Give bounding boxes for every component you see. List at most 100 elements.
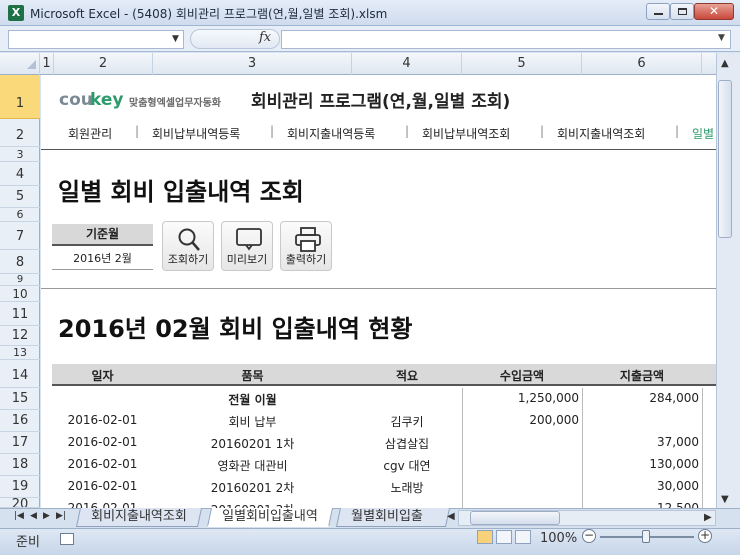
zoom-slider-thumb[interactable] bbox=[642, 530, 650, 543]
carryover-label: 전월 이월 bbox=[228, 393, 277, 407]
scroll-right-icon[interactable]: ▶ bbox=[704, 512, 712, 523]
cell-date: 2016-02-01 bbox=[67, 457, 138, 471]
normal-view-icon[interactable] bbox=[477, 530, 493, 544]
preview-button-label: 미리보기 bbox=[226, 253, 268, 266]
cell-date: 2016-02-01 bbox=[67, 413, 138, 427]
print-button-label: 출력하기 bbox=[285, 253, 327, 266]
row-header-18[interactable]: 18 bbox=[0, 454, 40, 476]
tab-split-left-icon[interactable]: ◀ bbox=[447, 511, 455, 522]
logo-key: key bbox=[90, 90, 124, 110]
row-header-17[interactable]: 17 bbox=[0, 432, 40, 454]
last-sheet-icon[interactable]: ▶| bbox=[56, 511, 66, 521]
zoom-out-icon[interactable]: − bbox=[582, 529, 596, 543]
row-header-2[interactable]: 2 bbox=[0, 119, 40, 147]
row-header-16[interactable]: 16 bbox=[0, 410, 40, 432]
monitor-icon bbox=[236, 228, 262, 251]
window-title: Microsoft Excel - (5408) 회비관리 프로그램(연,월,일… bbox=[30, 7, 388, 21]
row-header-8[interactable]: 8 bbox=[0, 250, 40, 274]
cell-memo: 노래방 bbox=[390, 481, 424, 495]
nav-fee-expense-query[interactable]: 회비지출내역조회 bbox=[557, 125, 645, 142]
sheet-tab-label: 일별회비입출내역 bbox=[222, 509, 318, 524]
row-header-4[interactable]: 4 bbox=[0, 162, 40, 186]
program-title: 회비관리 프로그램(연,월,일별 조회) bbox=[251, 92, 511, 112]
nav-underline bbox=[41, 149, 716, 150]
th-item: 품목 bbox=[241, 369, 264, 383]
row-header-9[interactable]: 9 bbox=[0, 274, 40, 286]
sheet-tab-label: 회비지출내역조회 bbox=[91, 509, 187, 524]
row-header-14[interactable]: 14 bbox=[0, 360, 40, 388]
expand-formula-bar-icon[interactable]: ▼ bbox=[718, 33, 725, 43]
column-header-5[interactable]: 5 bbox=[462, 53, 582, 75]
cell-date: 2016-02-01 bbox=[67, 479, 138, 493]
nav-fee-payment-entry[interactable]: 회비납부내역등록 bbox=[152, 125, 240, 142]
first-sheet-icon[interactable]: |◀ bbox=[14, 511, 24, 521]
status-bar bbox=[0, 528, 740, 555]
sheet-tab-expense-query[interactable]: 회비지출내역조회 bbox=[75, 508, 202, 527]
name-box[interactable] bbox=[8, 30, 184, 49]
row-header-1[interactable]: 1 bbox=[0, 75, 40, 119]
zoom-in-icon[interactable]: + bbox=[698, 529, 712, 543]
scroll-down-icon[interactable]: ▼ bbox=[721, 494, 729, 505]
row-header-15[interactable]: 15 bbox=[0, 388, 40, 410]
nav-fee-payment-query[interactable]: 회비납부내역조회 bbox=[422, 125, 510, 142]
page-break-view-icon[interactable] bbox=[515, 530, 531, 544]
row-header-10[interactable]: 10 bbox=[0, 286, 40, 302]
row-header-7[interactable]: 7 bbox=[0, 222, 40, 250]
vertical-scroll-thumb[interactable] bbox=[718, 80, 732, 238]
row-header-13[interactable]: 13 bbox=[0, 346, 40, 360]
sheet-tab-label: 월별회비입출 bbox=[351, 509, 423, 524]
formula-input[interactable] bbox=[281, 30, 731, 49]
prev-sheet-icon[interactable]: ◀ bbox=[30, 511, 37, 521]
cell-income: 200,000 bbox=[529, 413, 579, 427]
excel-app-icon[interactable]: X bbox=[8, 5, 24, 21]
zoom-level[interactable]: 100% bbox=[540, 531, 577, 546]
cell-expense: 30,000 bbox=[657, 479, 699, 493]
cell-item: 20160201 2차 bbox=[210, 481, 295, 495]
close-button[interactable]: ✕ bbox=[694, 3, 734, 20]
print-button[interactable]: 출력하기 bbox=[280, 221, 332, 271]
chevron-down-icon[interactable]: ▼ bbox=[172, 34, 179, 44]
column-header-2[interactable]: 2 bbox=[54, 53, 153, 75]
sheet-tab-daily-active[interactable]: 일별회비입출내역 bbox=[206, 508, 333, 527]
th-expense: 지출금액 bbox=[619, 369, 665, 383]
row-header-3[interactable]: 3 bbox=[0, 147, 40, 162]
next-sheet-icon[interactable]: ▶ bbox=[43, 511, 50, 521]
page-layout-view-icon[interactable] bbox=[496, 530, 512, 544]
row-header-6[interactable]: 6 bbox=[0, 208, 40, 222]
row-header-5[interactable]: 5 bbox=[0, 186, 40, 208]
cell-expense: 130,000 bbox=[649, 457, 699, 471]
row-header-19[interactable]: 19 bbox=[0, 476, 40, 498]
row-header-12[interactable]: 12 bbox=[0, 326, 40, 346]
report-title: 2016년 02월 회비 입출내역 현황 bbox=[58, 315, 413, 343]
worksheet-grid[interactable]: cou key 맞춤형엑셀업무자동화 회비관리 프로그램(연,월,일별 조회) … bbox=[41, 75, 716, 510]
filter-month-value[interactable]: 2016년 2월 bbox=[52, 248, 153, 270]
column-header-4[interactable]: 4 bbox=[352, 53, 462, 75]
column-header-3[interactable]: 3 bbox=[153, 53, 352, 75]
status-mode: 준비 bbox=[16, 535, 40, 550]
grid-line bbox=[462, 388, 463, 510]
restore-button[interactable] bbox=[670, 3, 694, 20]
nav-separator: | bbox=[675, 124, 680, 138]
section-divider bbox=[41, 288, 716, 289]
nav-separator: | bbox=[270, 124, 275, 138]
search-button[interactable]: 조회하기 bbox=[162, 221, 214, 271]
horizontal-scroll-thumb[interactable] bbox=[470, 511, 560, 525]
row-header-20[interactable]: 20 bbox=[0, 498, 40, 508]
minimize-button[interactable] bbox=[646, 3, 670, 20]
column-header-6[interactable]: 6 bbox=[582, 53, 702, 75]
insert-function-icon[interactable]: fx bbox=[259, 30, 271, 45]
row-header-11[interactable]: 11 bbox=[0, 302, 40, 326]
column-header-1[interactable]: 1 bbox=[40, 53, 54, 75]
preview-button[interactable]: 미리보기 bbox=[221, 221, 273, 271]
th-date: 일자 bbox=[91, 369, 114, 383]
printer-icon bbox=[295, 227, 321, 252]
nav-fee-expense-entry[interactable]: 회비지출내역등록 bbox=[287, 125, 375, 142]
logo-tagline: 맞춤형엑셀업무자동화 bbox=[129, 98, 221, 109]
nav-separator: | bbox=[540, 124, 545, 138]
macro-record-icon[interactable] bbox=[60, 533, 74, 545]
nav-member-management[interactable]: 회원관리 bbox=[68, 125, 112, 142]
scroll-up-icon[interactable]: ▲ bbox=[721, 58, 729, 69]
sheet-tab-monthly[interactable]: 월별회비입출 bbox=[335, 508, 451, 527]
nav-daily[interactable]: 일별 bbox=[692, 125, 714, 142]
page-title: 일별 회비 입출내역 조회 bbox=[58, 178, 304, 206]
